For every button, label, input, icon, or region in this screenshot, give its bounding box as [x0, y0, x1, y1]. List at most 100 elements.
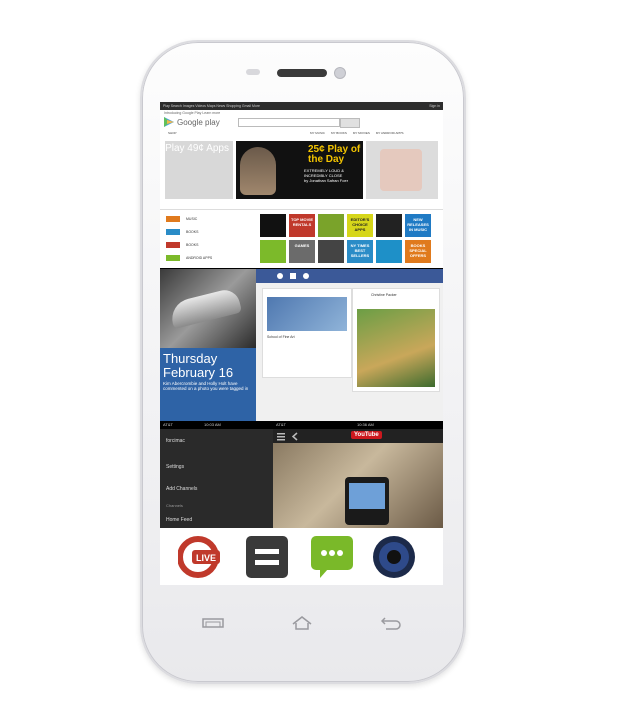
light-sensor — [246, 69, 260, 75]
tab-my-books[interactable]: MY BOOKS — [331, 131, 347, 135]
play-tiles: TOP MOVIE RENTALS EDITOR'S CHOICE APPS N… — [260, 214, 431, 263]
google-play-text: Google play — [177, 117, 220, 127]
calendar-live-tile[interactable]: Thursday February 16 Kim Abercrombie and… — [160, 348, 256, 421]
post-author: Christine Packer — [371, 293, 397, 297]
photo-image — [357, 309, 435, 387]
promo-49c-apps[interactable]: Play 49¢ Apps — [165, 141, 233, 199]
tile-thumb[interactable] — [376, 240, 402, 263]
back-key[interactable] — [374, 615, 404, 631]
phone-screen-image — [349, 483, 385, 509]
category-label: ANDROID APPS — [186, 256, 213, 260]
post-image — [267, 297, 347, 331]
user-name: forcimac — [166, 438, 185, 444]
phone-screen: Play Search Images Videos Maps News Shop… — [160, 102, 443, 585]
calendar-note: Kim Abercrombie and Holly Holt have comm… — [163, 381, 249, 391]
front-camera — [334, 67, 346, 79]
google-play-page: Play Search Images Videos Maps News Shop… — [160, 102, 443, 214]
menu-icon[interactable] — [273, 429, 303, 443]
tile-thumb[interactable] — [318, 214, 344, 237]
tile-label: TOP MOVIE RENTALS — [290, 217, 314, 227]
movies-color-icon — [166, 242, 180, 248]
tile-label: NEW RELEASES IN MUSIC — [407, 217, 429, 232]
book-cover-image — [240, 147, 276, 195]
facebook-photo-post[interactable]: Christine Packer — [352, 288, 440, 392]
promo-right[interactable] — [366, 141, 438, 199]
tile-label: BOOKS SPECIAL OFFERS — [409, 243, 427, 258]
carrier: AT&T — [163, 422, 173, 427]
tab-my-android-apps[interactable]: MY ANDROID APPS — [376, 131, 404, 135]
home-icon — [292, 616, 312, 630]
category-label: BOOKS — [186, 230, 199, 234]
category-android-apps[interactable]: ANDROID APPS — [166, 255, 212, 261]
home-feed-label: Home Feed — [166, 517, 193, 523]
svg-text:LIVE: LIVE — [196, 553, 216, 563]
tile-label: EDITOR'S CHOICE APPS — [350, 217, 370, 232]
google-play-logo[interactable]: Google play — [164, 117, 220, 127]
promo-description: EXTREMELY LOUD & INCREDIBLY CLOSE by Jon… — [304, 168, 363, 183]
channels-header: Channels — [166, 503, 183, 508]
recent-apps-icon — [202, 618, 224, 628]
google-top-bar-links[interactable]: Play Search Images Videos Maps News Shop… — [163, 104, 260, 108]
tile-android-thumb[interactable] — [260, 240, 286, 263]
google-top-bar: Play Search Images Videos Maps News Shop… — [160, 102, 443, 110]
tile-movie-rentals[interactable]: TOP MOVIE RENTALS — [289, 214, 315, 237]
category-label: MUSIC — [186, 217, 198, 221]
status-bar: AT&T 10:36 AM — [273, 421, 443, 429]
play-search-input[interactable] — [238, 118, 340, 127]
post-title: School of Fine Art — [267, 335, 295, 339]
promo-author: by Jonathan Safran Foer — [304, 178, 349, 183]
category-label: BOOKS — [186, 243, 199, 247]
promo-play-of-the-day[interactable]: 25¢ Play of the Day EXTREMELY LOUD & INC… — [236, 141, 363, 199]
messaging-icon[interactable] — [310, 535, 354, 579]
play-store-icon — [164, 117, 174, 127]
tab-my-music[interactable]: MY MUSIC — [310, 131, 325, 135]
calendar-day: Thursday — [163, 351, 218, 366]
youtube-logo: YouTube — [351, 431, 382, 439]
home-key[interactable] — [287, 615, 317, 631]
youtube-app: AT&T 10:36 AM YouTube — [273, 421, 443, 528]
category-music[interactable]: MUSIC — [166, 216, 197, 222]
promo-book-title: EXTREMELY LOUD & INCREDIBLY CLOSE — [304, 168, 344, 178]
category-books[interactable]: BOOKS — [166, 229, 198, 235]
phone-device: Play Search Images Videos Maps News Shop… — [140, 40, 466, 684]
earpiece-speaker — [277, 69, 327, 77]
live-tv-icon[interactable]: LIVE — [178, 535, 222, 579]
settings-row[interactable]: Settings — [166, 464, 184, 470]
play-categories: MUSIC BOOKS BOOKS ANDROID APPS TOP MOVIE… — [160, 209, 443, 268]
tile-new-releases[interactable]: NEW RELEASES IN MUSIC — [405, 214, 431, 237]
tile-ny-times[interactable]: NY TIMES BEST SELLERS — [347, 240, 373, 263]
tile-editors-choice[interactable]: EDITOR'S CHOICE APPS — [347, 214, 373, 237]
promo-49c-text: Play 49¢ Apps — [165, 143, 229, 154]
play-tabs: MY MUSIC MY BOOKS MY MOVIES MY ANDROID A… — [310, 131, 403, 135]
youtube-video[interactable] — [273, 443, 443, 528]
settings-label: Settings — [166, 464, 185, 470]
car-wallpaper[interactable] — [160, 269, 256, 348]
tile-thumb[interactable] — [376, 214, 402, 237]
clock: 10:03 AM — [203, 422, 221, 427]
shop-menu[interactable]: SHOP — [168, 131, 177, 135]
facebook-notification-icons[interactable] — [256, 269, 316, 283]
promo-title: 25¢ Play of the Day — [308, 144, 361, 165]
clock: 10:36 AM — [356, 422, 374, 427]
tile-label: GAMES — [294, 243, 310, 248]
tile-thumb[interactable] — [260, 214, 286, 237]
status-bar: AT&T 10:03 AM — [160, 421, 273, 429]
tile-games[interactable]: GAMES — [289, 240, 315, 263]
home-feed-row[interactable]: Home Feed — [166, 517, 192, 523]
play-search-button[interactable] — [340, 118, 360, 128]
tile-label: NY TIMES BEST SELLERS — [350, 243, 370, 258]
sign-in-link[interactable]: Sign in — [429, 102, 440, 110]
add-channels-row[interactable]: Add Channels — [166, 486, 197, 492]
facebook-post[interactable]: School of Fine Art — [262, 288, 352, 378]
menu-icon[interactable] — [245, 535, 289, 579]
recent-apps-key[interactable] — [198, 615, 228, 631]
back-icon — [380, 617, 401, 630]
user-row[interactable]: forcimac — [166, 438, 185, 444]
tile-thumb[interactable] — [318, 240, 344, 263]
music-speaker-icon[interactable] — [372, 535, 416, 579]
category-movies[interactable]: BOOKS — [166, 242, 198, 248]
play-intro: Introducing Google Play Learn more — [164, 111, 221, 115]
tab-my-movies[interactable]: MY MOVIES — [353, 131, 370, 135]
tile-books-offers[interactable]: BOOKS SPECIAL OFFERS — [405, 240, 431, 263]
app-dock: LIVE — [160, 528, 443, 585]
